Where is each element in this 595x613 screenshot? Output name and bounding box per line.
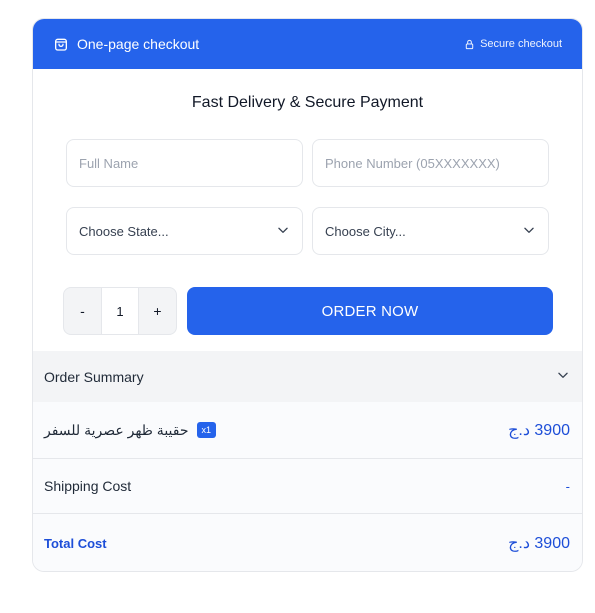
- quantity-value[interactable]: 1: [101, 288, 139, 334]
- city-select-value: Choose City...: [325, 223, 406, 239]
- order-summary-title: Order Summary: [44, 368, 144, 385]
- chevron-down-icon: [556, 368, 570, 385]
- phone-input[interactable]: [325, 155, 536, 171]
- form-title: Fast Delivery & Secure Payment: [191, 94, 424, 111]
- phone-field-wrapper: [312, 139, 549, 187]
- summary-product-row: حقيبة ظهر عصرية للسفر x1 3900 د.ج: [33, 402, 582, 459]
- full-name-input[interactable]: [79, 155, 290, 171]
- order-row: - 1 + ORDER NOW: [63, 287, 553, 335]
- shipping-label: Shipping Cost: [44, 478, 132, 494]
- chevron-down-icon: [276, 223, 290, 240]
- product-info: حقيبة ظهر عصرية للسفر x1: [44, 421, 217, 439]
- quantity-badge: x1: [196, 422, 217, 438]
- shopping-bag-icon: [53, 36, 69, 52]
- location-row: Choose State... Choose City...: [66, 207, 549, 255]
- secure-checkout-badge: Secure checkout: [464, 38, 562, 50]
- summary-shipping-row: Shipping Cost -: [33, 459, 582, 514]
- chevron-down-icon: [522, 223, 536, 240]
- order-now-button[interactable]: ORDER NOW: [187, 287, 553, 335]
- state-select-value: Choose State...: [79, 223, 169, 239]
- total-label: Total Cost: [44, 535, 107, 551]
- checkout-header: One-page checkout Secure checkout: [33, 19, 582, 69]
- checkout-card: One-page checkout Secure checkout Fast D…: [32, 18, 583, 572]
- order-summary-toggle[interactable]: Order Summary: [33, 351, 582, 402]
- secure-checkout-label: Secure checkout: [480, 38, 562, 50]
- quantity-stepper: - 1 +: [63, 287, 177, 335]
- city-select[interactable]: Choose City...: [312, 207, 549, 255]
- order-summary: Order Summary حقيبة ظهر عصرية للسفر x1 3…: [33, 351, 582, 571]
- shipping-value: -: [565, 478, 570, 494]
- product-name: حقيبة ظهر عصرية للسفر: [44, 421, 189, 438]
- full-name-field-wrapper: [66, 139, 303, 187]
- state-select[interactable]: Choose State...: [66, 207, 303, 255]
- total-value: 3900 د.ج: [508, 535, 570, 552]
- header-title: One-page checkout: [77, 36, 200, 52]
- product-price: 3900 د.ج: [508, 422, 570, 439]
- quantity-decrease-button[interactable]: -: [64, 288, 101, 334]
- lock-icon: [464, 39, 475, 50]
- header-left: One-page checkout: [53, 36, 199, 52]
- contact-row: [66, 139, 549, 187]
- quantity-increase-button[interactable]: +: [139, 288, 176, 334]
- summary-total-row: Total Cost 3900 د.ج: [33, 514, 582, 571]
